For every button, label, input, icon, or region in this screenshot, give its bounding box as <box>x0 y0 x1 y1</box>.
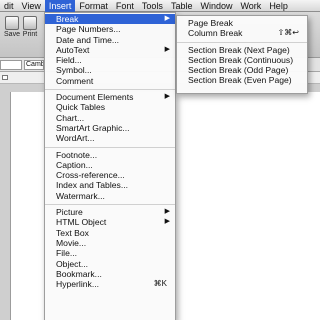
menu-item-text-box[interactable]: Text Box <box>45 228 175 238</box>
menu-insert[interactable]: Insert <box>44 0 76 12</box>
menu-item-label: Picture <box>56 207 83 218</box>
menu-item-label: AutoText <box>56 44 90 55</box>
menu-item-section-break-next[interactable]: Section Break (Next Page) <box>177 45 307 55</box>
menu-item-date-time[interactable]: Date and Time... <box>45 35 175 45</box>
menu-item-label: Page Numbers... <box>56 24 121 35</box>
menu-item-label: Document Elements <box>56 92 134 103</box>
menu-item-label: Bookmark... <box>56 268 102 279</box>
menu-view[interactable]: View <box>18 0 45 12</box>
menu-item-break[interactable]: Break ▶ <box>45 14 175 25</box>
print-icon <box>23 16 37 30</box>
menu-item-label: Section Break (Continuous) <box>188 54 294 65</box>
menu-item-label: Hyperlink... <box>56 279 99 290</box>
menu-item-html-object[interactable]: HTML Object ▶ <box>45 217 175 227</box>
menu-item-label: Date and Time... <box>56 34 120 45</box>
menu-item-cross-reference[interactable]: Cross-reference... <box>45 170 175 180</box>
style-select[interactable] <box>0 60 22 70</box>
menu-work[interactable]: Work <box>236 0 265 12</box>
menu-font[interactable]: Font <box>112 0 138 12</box>
shortcut-label: ⌘K <box>153 279 167 289</box>
menu-item-label: Object... <box>56 258 88 269</box>
menu-item-label: Footnote... <box>56 149 98 160</box>
menu-tools[interactable]: Tools <box>138 0 167 12</box>
menu-item-label: Chart... <box>56 112 85 123</box>
menu-item-label: Quick Tables <box>56 102 106 113</box>
submenu-arrow-icon: ▶ <box>164 15 170 22</box>
menu-item-hyperlink[interactable]: Hyperlink... ⌘K <box>45 279 175 289</box>
menu-item-column-break[interactable]: Column Break ⇧⌘↩ <box>177 28 307 38</box>
print-button[interactable]: Print <box>20 16 40 38</box>
menu-item-label: HTML Object <box>56 217 107 228</box>
menu-item-page-numbers[interactable]: Page Numbers... <box>45 24 175 34</box>
menu-item-chart[interactable]: Chart... <box>45 113 175 123</box>
menu-item-label: WordArt... <box>56 133 95 144</box>
menu-item-section-break-even[interactable]: Section Break (Even Page) <box>177 75 307 85</box>
menu-item-label: Field... <box>56 55 82 66</box>
save-button[interactable]: Save <box>2 16 22 38</box>
menu-item-label: Comment <box>56 75 94 86</box>
font-select[interactable]: Camb <box>24 60 44 70</box>
menu-item-movie[interactable]: Movie... <box>45 238 175 248</box>
menu-item-section-break-odd[interactable]: Section Break (Odd Page) <box>177 65 307 75</box>
menu-item-label: Section Break (Next Page) <box>188 44 290 55</box>
menu-format[interactable]: Format <box>75 0 112 12</box>
save-label: Save <box>4 31 20 38</box>
menu-item-label: Section Break (Odd Page) <box>188 65 289 76</box>
menu-item-label: Symbol... <box>56 65 92 76</box>
menu-item-document-elements[interactable]: Document Elements ▶ <box>45 92 175 102</box>
menu-item-label: Watermark... <box>56 190 105 201</box>
menu-item-label: Page Break <box>188 18 233 28</box>
menu-item-smartart[interactable]: SmartArt Graphic... <box>45 123 175 133</box>
menu-edit[interactable]: dit <box>0 0 18 12</box>
break-submenu: Page Break Column Break ⇧⌘↩ Section Brea… <box>176 15 308 94</box>
menu-help[interactable]: Help <box>265 0 292 12</box>
menu-item-label: Column Break <box>188 28 243 39</box>
submenu-arrow-icon: ▶ <box>164 218 170 226</box>
menu-item-caption[interactable]: Caption... <box>45 160 175 170</box>
save-icon <box>5 16 19 30</box>
menu-bar: dit View Insert Format Font Tools Table … <box>0 0 320 12</box>
menu-item-autotext[interactable]: AutoText ▶ <box>45 45 175 55</box>
menu-item-page-break[interactable]: Page Break <box>177 18 307 28</box>
menu-item-file[interactable]: File... <box>45 248 175 258</box>
menu-item-label: Caption... <box>56 159 93 170</box>
submenu-arrow-icon: ▶ <box>164 208 170 216</box>
menu-item-comment[interactable]: Comment <box>45 76 175 86</box>
menu-item-label: Break <box>56 14 79 24</box>
indent-marker[interactable] <box>2 75 8 80</box>
menu-item-footnote[interactable]: Footnote... <box>45 150 175 160</box>
menu-item-index-tables[interactable]: Index and Tables... <box>45 180 175 190</box>
insert-menu: Break ▶ Page Numbers... Date and Time...… <box>44 12 176 320</box>
menu-item-section-break-continuous[interactable]: Section Break (Continuous) <box>177 55 307 65</box>
menu-item-quick-tables[interactable]: Quick Tables <box>45 102 175 112</box>
menu-item-symbol[interactable]: Symbol... <box>45 65 175 75</box>
menu-window[interactable]: Window <box>196 0 236 12</box>
menu-item-label: SmartArt Graphic... <box>56 122 130 133</box>
menu-item-label: Section Break (Even Page) <box>188 75 292 86</box>
menu-item-label: File... <box>56 248 78 259</box>
submenu-arrow-icon: ▶ <box>164 45 170 53</box>
menu-item-label: Text Box <box>56 227 89 238</box>
menu-item-watermark[interactable]: Watermark... <box>45 191 175 201</box>
print-label: Print <box>22 31 38 38</box>
menu-item-picture[interactable]: Picture ▶ <box>45 207 175 217</box>
submenu-arrow-icon: ▶ <box>164 93 170 101</box>
menu-item-label: Index and Tables... <box>56 180 128 191</box>
menu-item-bookmark[interactable]: Bookmark... <box>45 269 175 279</box>
menu-item-label: Movie... <box>56 237 87 248</box>
menu-item-object[interactable]: Object... <box>45 259 175 269</box>
shortcut-label: ⇧⌘↩ <box>277 28 299 38</box>
menu-table[interactable]: Table <box>167 0 197 12</box>
menu-item-field[interactable]: Field... <box>45 55 175 65</box>
menu-item-wordart[interactable]: WordArt... <box>45 133 175 143</box>
menu-item-label: Cross-reference... <box>56 170 125 181</box>
